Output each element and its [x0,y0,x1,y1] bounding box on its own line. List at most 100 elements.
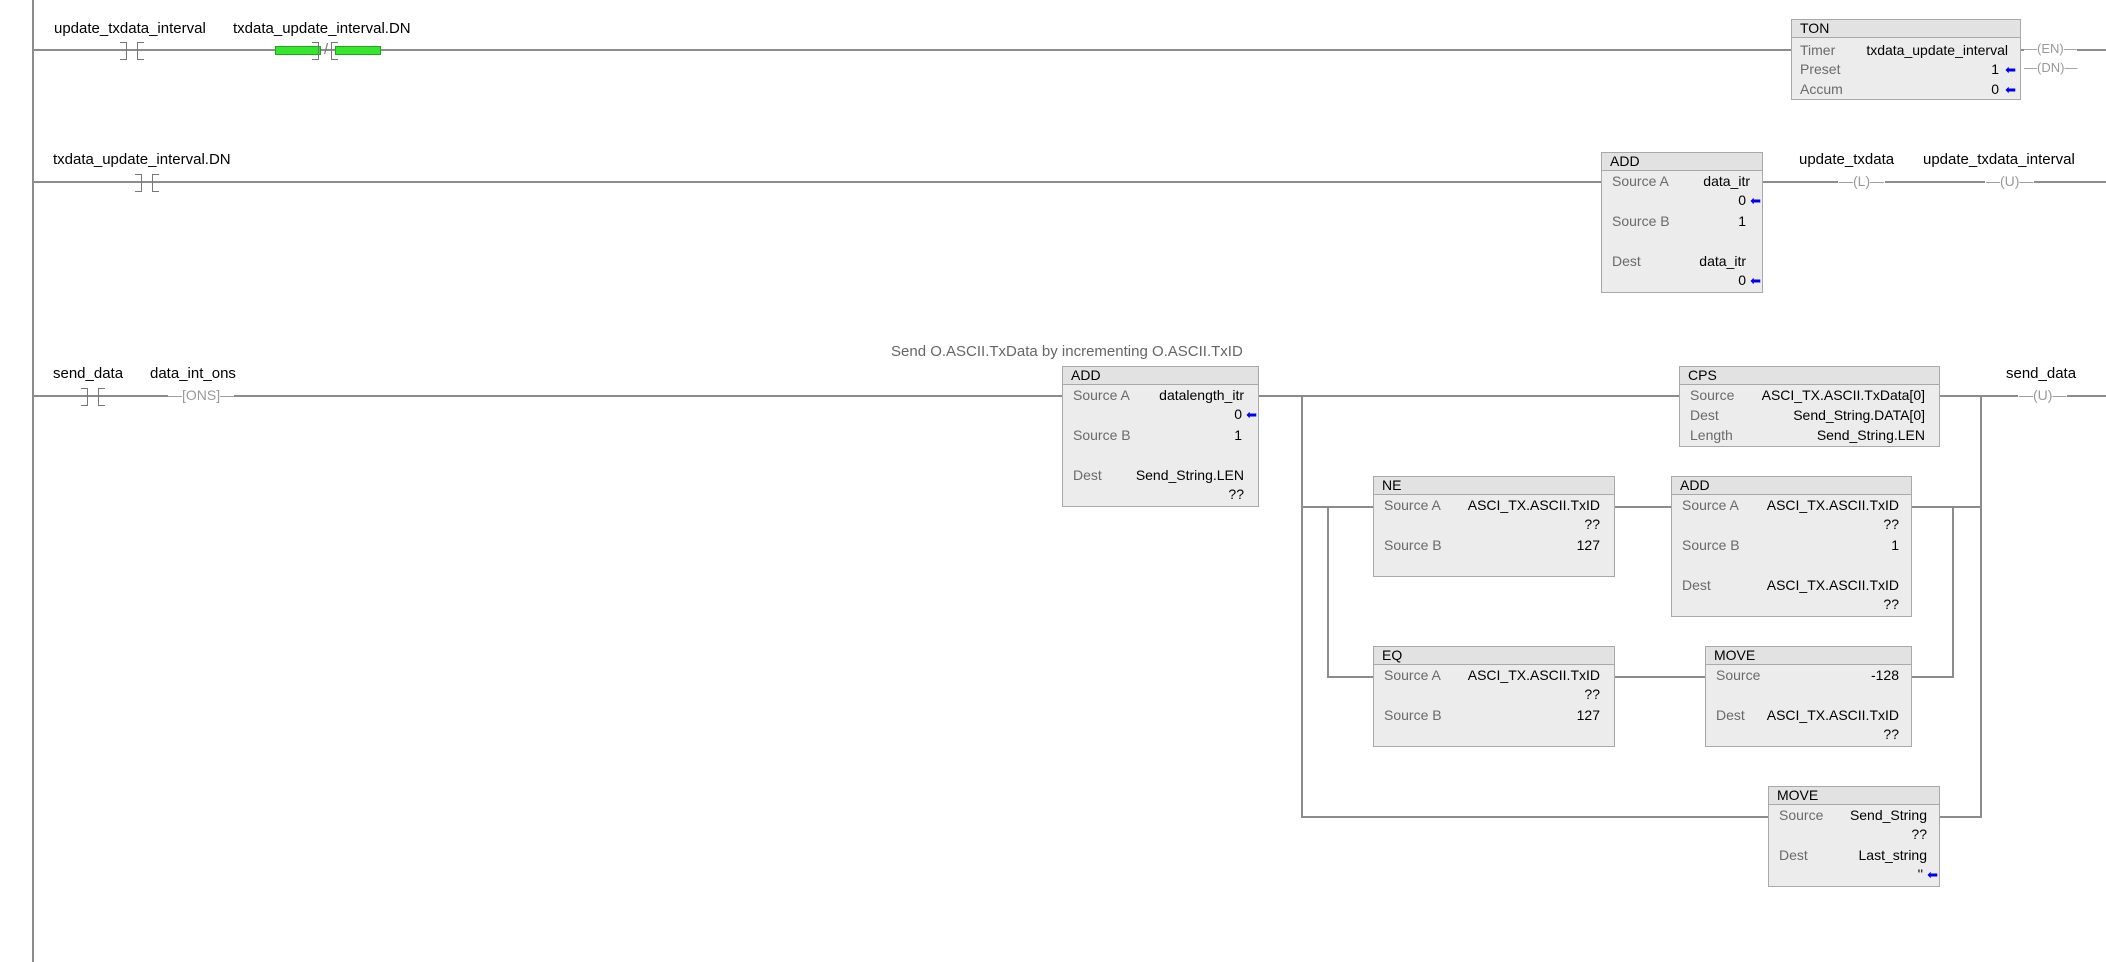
rung-1-unlatch-coil-tag[interactable]: update_txdata_interval [1923,151,2075,168]
eq-source-a-tag[interactable]: ASCI_TX.ASCII.TxID [1468,667,1600,683]
move-last-string-title: MOVE [1769,787,1939,805]
ton-timer-block[interactable]: TON Timer txdata_update_interval Preset … [1791,19,2021,100]
ton-accum-arrow-icon: ⬅ [2005,82,2016,97]
branch-3-wire-a [1327,676,1373,678]
rung-1-wire [32,181,2106,183]
ton-en-pin: —(EN)— [2024,41,2077,56]
rung-2-add-source-a-value: 0 [1234,406,1242,422]
move-last-string-source-label: Source [1779,807,1824,823]
move-reset-dest-value: ?? [1883,726,1899,742]
branch-2-wire-b [1613,506,1671,508]
ne-compare-block[interactable]: NE Source A ASCI_TX.ASCII.TxID ?? Source… [1373,476,1615,577]
branch-3-wire-b [1613,676,1705,678]
rung-2-add-source-a-label: Source A [1073,387,1130,403]
left-power-rail [32,0,34,962]
rung-2-wire-mid [1257,395,1679,397]
move-last-string-dest-label: Dest [1779,847,1808,863]
move-reset-dest-tag[interactable]: ASCI_TX.ASCII.TxID [1767,707,1899,723]
eq-compare-block[interactable]: EQ Source A ASCI_TX.ASCII.TxID ?? Source… [1373,646,1615,747]
ton-accum-label: Accum [1800,81,1843,97]
rung-1-add-dest-value: 0 [1738,272,1746,288]
move-reset-source-label: Source [1716,667,1761,683]
branch-2-wire-c [1910,506,1982,508]
rung-2-add-source-a-tag[interactable]: datalength_itr [1159,387,1244,403]
rung-2-unlatch-coil[interactable]: —(U)— [2018,387,2068,403]
cps-length-label: Length [1690,427,1733,443]
move-reset-source-value[interactable]: -128 [1871,667,1899,683]
ne-source-a-tag[interactable]: ASCI_TX.ASCII.TxID [1468,497,1600,513]
rung-2-add-source-b-value[interactable]: 1 [1234,427,1242,443]
eq-source-b-value[interactable]: 127 [1577,707,1600,723]
branch-right-rail [1980,395,1982,817]
rung-2-contact-tag[interactable]: send_data [53,365,123,382]
cps-source-value[interactable]: ASCI_TX.ASCII.TxData[0] [1762,387,1925,403]
rung-2-ons-tag[interactable]: data_int_ons [150,365,236,382]
sub-branch-left-rail [1327,506,1329,676]
move-reset-block[interactable]: MOVE Source -128 Dest ASCI_TX.ASCII.TxID… [1705,646,1912,747]
rung-0-contact-1-tag[interactable]: update_txdata_interval [54,20,206,37]
rung-1-add-source-a-value: 0 [1738,192,1746,208]
rung-2-add-dest-tag[interactable]: Send_String.LEN [1136,467,1244,483]
rung-2-add-title: ADD [1063,367,1258,385]
ton-preset-arrow-icon: ⬅ [2005,62,2016,77]
txid-add-source-b-value[interactable]: 1 [1891,537,1899,553]
ton-dn-pin: —(DN)— [2024,60,2078,75]
ton-accum-value[interactable]: 0 [1991,81,1999,97]
rung-1-latch-coil[interactable]: —(L)— [1838,173,1886,189]
cps-dest-value[interactable]: Send_String.DATA[0] [1793,407,1925,423]
txid-add-dest-value: ?? [1883,596,1899,612]
rung-0-xic-contact[interactable] [118,42,146,60]
eq-source-a-label: Source A [1384,667,1441,683]
ton-timer-label: Timer [1800,42,1836,58]
txid-add-source-a-tag[interactable]: ASCI_TX.ASCII.TxID [1767,497,1899,513]
cps-block[interactable]: CPS Source ASCI_TX.ASCII.TxData[0] Dest … [1679,366,1940,447]
branch-4-wire-a [1301,816,1768,818]
branch-2-wire-a [1301,506,1373,508]
ne-source-b-label: Source B [1384,537,1442,553]
ton-preset-label: Preset [1800,61,1841,77]
ton-timer-value[interactable]: txdata_update_interval [1866,42,2008,58]
rung-2-comment: Send O.ASCII.TxData by incrementing O.AS… [891,343,1243,360]
rung-2-coil-tag[interactable]: send_data [2006,365,2076,382]
rung-0-contact-2-tag[interactable]: txdata_update_interval.DN [233,20,411,37]
rung-2-add-source-a-arrow-icon: ⬅ [1246,407,1257,422]
move-last-string-arrow-icon: ⬅ [1927,867,1938,882]
rung-2-add-block[interactable]: ADD Source A datalength_itr 0 ⬅ Source B… [1062,366,1259,507]
rung-1-add-block[interactable]: ADD Source A data_itr 0 ⬅ Source B 1 Des… [1601,152,1763,293]
rung-1-add-source-a-tag[interactable]: data_itr [1703,173,1750,189]
rung-1-unlatch-coil[interactable]: —(U)— [1985,173,2035,189]
ton-title: TON [1792,20,2020,38]
move-last-string-dest-tag[interactable]: Last_string [1859,847,1927,863]
rung-2-ons-instruction[interactable]: —[ONS]— [168,387,235,403]
branch-3-wire-c [1910,676,1954,678]
branch-4-wire-b [1938,816,1982,818]
ne-source-a-label: Source A [1384,497,1441,513]
txid-add-block[interactable]: ADD Source A ASCI_TX.ASCII.TxID ?? Sourc… [1671,476,1912,617]
rung-1-add-dest-arrow-icon: ⬅ [1750,273,1761,288]
rung-1-add-source-a-label: Source A [1612,173,1669,189]
rung-1-xic-contact[interactable] [133,174,161,192]
ne-source-a-value: ?? [1584,516,1600,532]
rung-2-add-dest-value: ?? [1228,486,1244,502]
txid-add-dest-tag[interactable]: ASCI_TX.ASCII.TxID [1767,577,1899,593]
move-last-string-dest-value: '' [1917,866,1923,882]
move-last-string-source-tag[interactable]: Send_String [1850,807,1927,823]
ton-preset-value[interactable]: 1 [1991,61,1999,77]
rung-1-add-source-b-value[interactable]: 1 [1738,213,1746,229]
rung-1-add-dest-label: Dest [1612,253,1641,269]
rung-1-latch-coil-tag[interactable]: update_txdata [1799,151,1894,168]
rung-0-energized-right [335,46,381,55]
txid-add-source-b-label: Source B [1682,537,1740,553]
rung-1-add-dest-tag[interactable]: data_itr [1699,253,1746,269]
txid-add-source-a-label: Source A [1682,497,1739,513]
ladder-editor-canvas: update_txdata_interval txdata_update_int… [0,0,2106,962]
txid-add-source-a-value: ?? [1883,516,1899,532]
move-last-string-block[interactable]: MOVE Source Send_String ?? Dest Last_str… [1768,786,1940,887]
rung-2-add-dest-label: Dest [1073,467,1102,483]
rung-2-xic-contact[interactable] [79,388,107,406]
branch-left-rail [1301,395,1303,817]
cps-dest-label: Dest [1690,407,1719,423]
rung-1-contact-tag[interactable]: txdata_update_interval.DN [53,151,231,168]
cps-length-value[interactable]: Send_String.LEN [1817,427,1925,443]
ne-source-b-value[interactable]: 127 [1577,537,1600,553]
